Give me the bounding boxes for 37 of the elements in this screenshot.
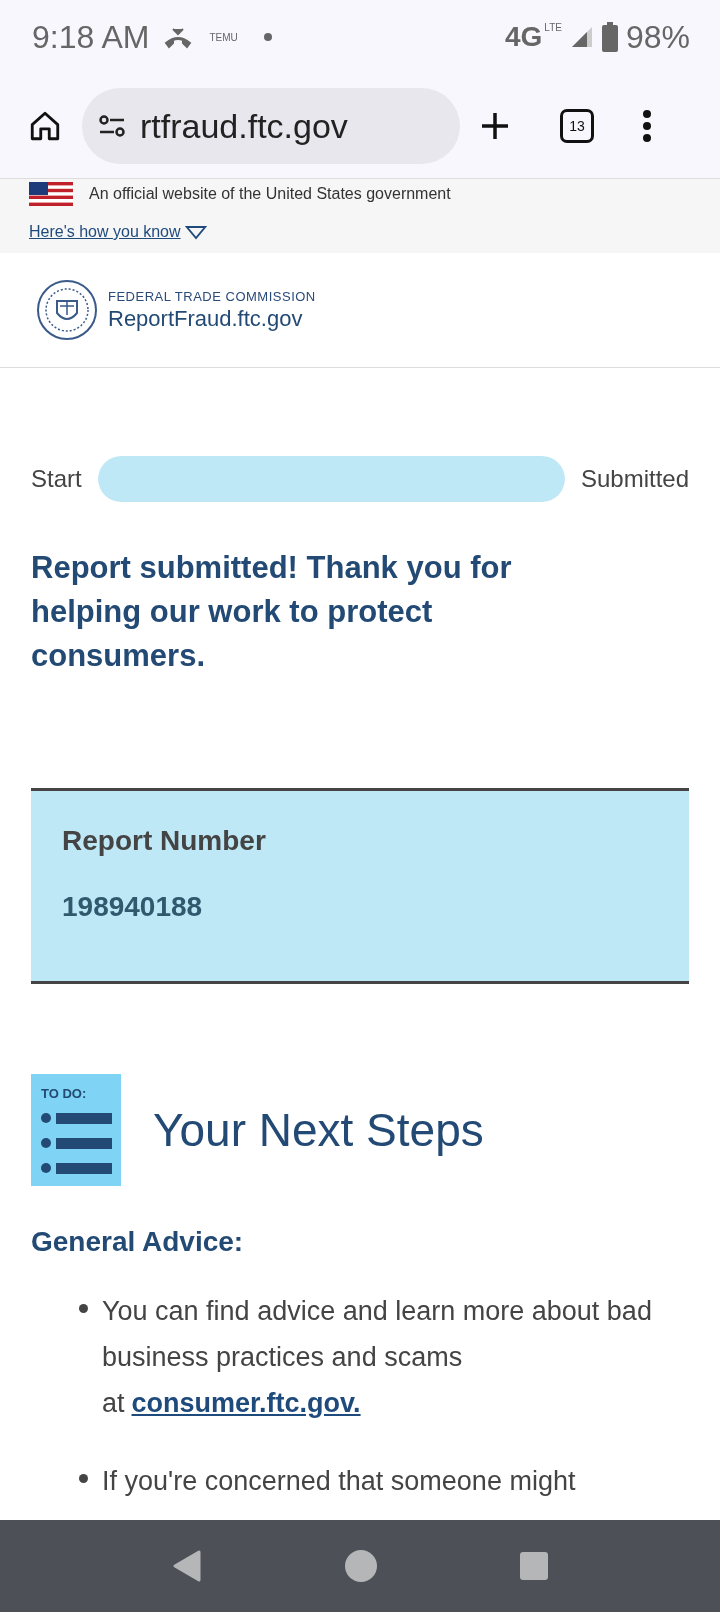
official-website-text: An official website of the United States government (89, 185, 451, 203)
bullet-icon (79, 1474, 88, 1483)
menu-icon[interactable] (642, 109, 652, 143)
site-name[interactable]: ReportFraud.ftc.gov (108, 305, 316, 332)
caret-icon[interactable] (184, 224, 207, 240)
site-settings-icon[interactable] (98, 114, 128, 138)
home-button-icon[interactable] (345, 1550, 377, 1582)
clock: 9:18 AM (32, 18, 150, 56)
flag-icon (29, 182, 73, 206)
advice-text: If you're concerned that someone might (102, 1465, 577, 1498)
app-notification-label: TEMU (209, 31, 238, 43)
battery-level: 98% (625, 18, 690, 56)
progress-start-label: Start (31, 465, 82, 493)
seal-icon (36, 279, 98, 341)
home-icon[interactable] (28, 109, 62, 143)
recents-icon[interactable] (520, 1552, 549, 1580)
address-bar[interactable]: rtfraud.ftc.gov (82, 88, 460, 164)
battery-icon (601, 22, 618, 52)
todo-list-icon: TO DO: (31, 1074, 121, 1186)
missed-call-icon (163, 25, 194, 49)
network-label: 4G (505, 21, 543, 53)
tab-count-button[interactable]: 13 (560, 109, 594, 143)
dot-icon (263, 33, 272, 41)
general-advice-heading: General Advice: (31, 1226, 245, 1258)
report-number-label: Report Number (62, 825, 267, 857)
consumer-link[interactable]: consumer.ftc.gov. (131, 1388, 361, 1418)
progress-end-label: Submitted (580, 465, 689, 493)
advice-text: You can find advice and learn more about bad business practices and scams at consumer.ftc.gov. (102, 1295, 653, 1420)
agency-name: FEDERAL TRADE COMMISSION (108, 288, 316, 304)
next-steps-heading: Your Next Steps (153, 1103, 484, 1157)
report-number: 198940188 (62, 891, 204, 923)
back-icon[interactable] (171, 1549, 202, 1583)
new-tab-icon[interactable] (480, 111, 510, 141)
confirmation-message: Report submitted! Thank you for helping our work to protect consumers. (31, 549, 513, 675)
how-you-know-link[interactable]: Here's how you know (29, 223, 181, 241)
bullet-icon (79, 1304, 88, 1313)
lte-label: LTE (544, 22, 562, 33)
